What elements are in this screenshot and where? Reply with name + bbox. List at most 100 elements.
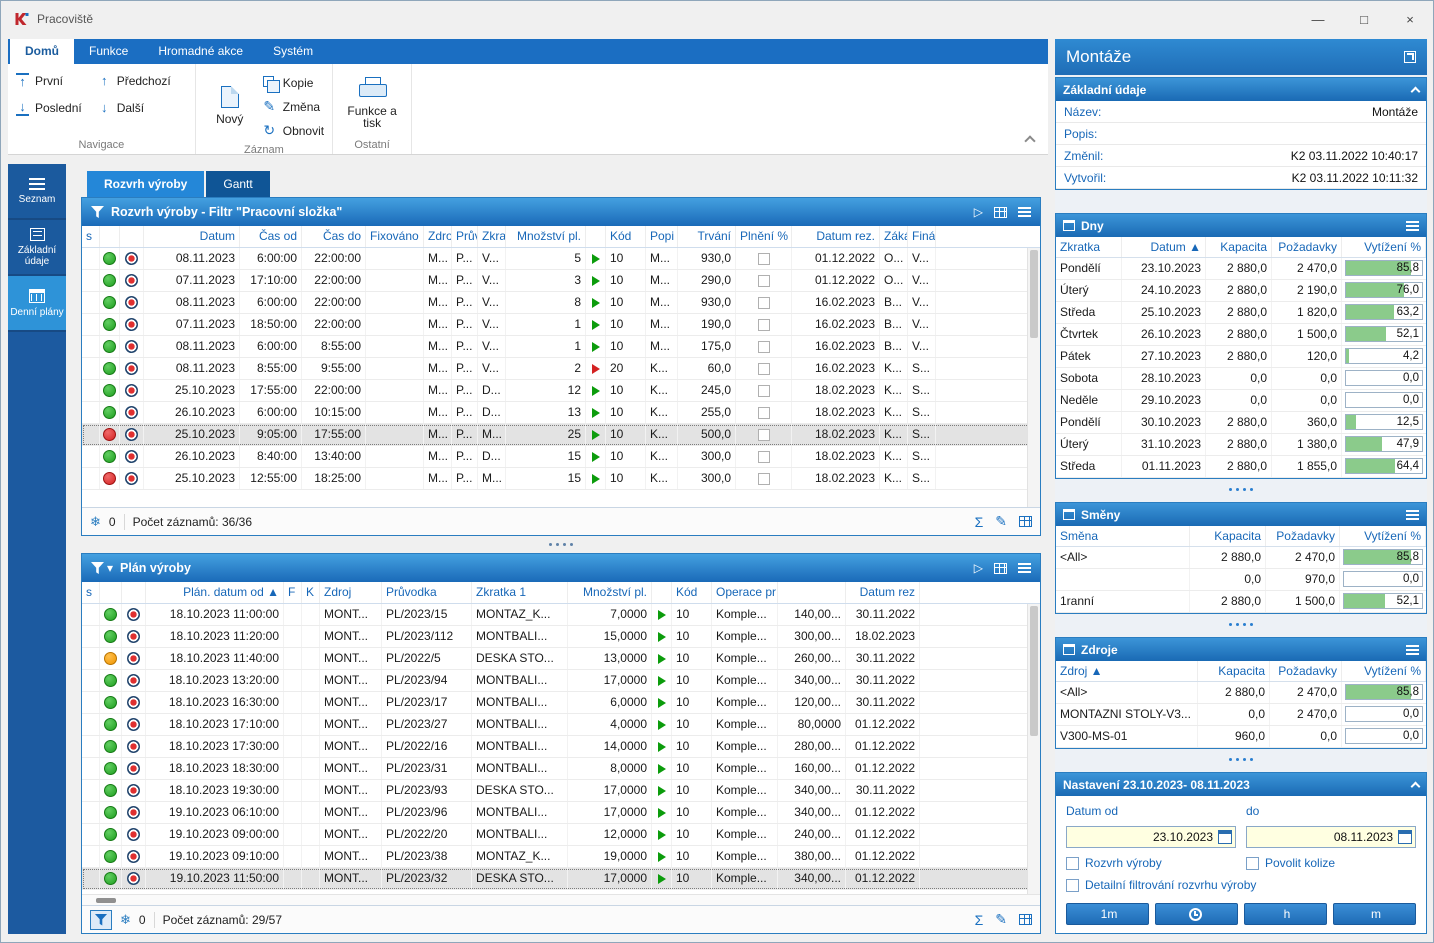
column-header[interactable]: Požadavky [1270,661,1342,681]
scrollbar[interactable] [1027,248,1040,507]
checkbox[interactable] [758,297,770,309]
sidebar-item[interactable]: Základní údaje [8,220,66,274]
menu-icon[interactable] [1018,563,1031,573]
table-row[interactable]: 25.10.2023 9:05:00 17:55:00 M... P... M.… [82,424,1040,446]
table-row[interactable]: 08.11.2023 8:55:00 9:55:00 M... P... V..… [82,358,1040,380]
section-splitter[interactable] [1055,614,1427,635]
expand-icon[interactable] [1404,51,1416,63]
checkbox[interactable] [758,319,770,331]
section-splitter[interactable] [1055,479,1427,500]
checkbox[interactable] [758,473,770,485]
table-row[interactable]: Úterý 31.10.2023 2 880,0 1 380,0 47,9 [1056,434,1426,456]
edit-pencil-icon[interactable]: ✎ [995,911,1007,928]
close-button[interactable]: × [1387,1,1433,37]
play-icon[interactable]: ▷ [974,205,983,219]
checkbox[interactable] [758,385,770,397]
filter-toggle-button[interactable] [90,910,112,930]
edit-pencil-icon[interactable]: ✎ [995,513,1007,530]
column-header[interactable]: Datum ▲ [1122,237,1206,257]
table-row[interactable]: 18.10.2023 16:30:00 MONT... PL/2023/17 M… [82,692,1040,714]
table-row[interactable]: 26.10.2023 6:00:00 10:15:00 M... P... D.… [82,402,1040,424]
scrollbar-thumb[interactable] [1030,250,1038,338]
last-button[interactable]: ↓ Poslední [16,97,82,119]
checkbox[interactable] [1246,857,1259,870]
settings-header[interactable]: Nastavení 23.10.2023- 08.11.2023 [1056,773,1426,796]
table-row[interactable]: Středa 25.10.2023 2 880,0 1 820,0 63,2 [1056,302,1426,324]
collapse-icon[interactable] [1411,86,1421,96]
column-header[interactable]: Vytížení % [1342,661,1426,681]
ribbon-tab[interactable]: Systém [258,39,328,64]
column-header[interactable]: Požadavky [1266,526,1340,546]
table-row[interactable]: Pondělí 30.10.2023 2 880,0 360,0 12,5 [1056,412,1426,434]
table-row[interactable]: 18.10.2023 11:40:00 MONT... PL/2022/5 DE… [82,648,1040,670]
table-row[interactable]: <All> 2 880,0 2 470,0 85,8 [1056,547,1426,569]
column-header[interactable]: Kód [606,226,646,247]
table-row[interactable]: 1ranní 2 880,0 1 500,0 52,1 [1056,591,1426,613]
column-header[interactable]: Směna [1056,526,1190,546]
column-header[interactable]: F [284,582,302,603]
column-header[interactable]: s [82,226,100,247]
scrollbar[interactable] [1027,604,1040,894]
column-header[interactable] [100,582,122,603]
date-to-input[interactable]: 08.11.2023 [1246,826,1416,848]
column-header[interactable]: Trvání [678,226,736,247]
resources-header[interactable]: Zdroje [1056,638,1426,661]
column-header[interactable] [122,582,146,603]
table-row[interactable]: 08.11.2023 6:00:00 8:55:00 M... P... V..… [82,336,1040,358]
edit-button[interactable]: ✎ Změna [262,96,324,117]
days-header[interactable]: Dny [1056,214,1426,237]
checkbox[interactable] [758,275,770,287]
snowflake-icon[interactable]: ❄ [120,912,131,928]
column-header[interactable]: Čas do [302,226,366,247]
table-row[interactable]: 08.11.2023 6:00:00 22:00:00 M... P... V.… [82,248,1040,270]
horizontal-splitter[interactable] [81,538,1041,551]
ribbon-tab[interactable]: Funkce [74,39,143,64]
table-row[interactable]: 07.11.2023 18:50:00 22:00:00 M... P... V… [82,314,1040,336]
copy-button[interactable]: Kopie [262,72,324,93]
table-row[interactable]: V300-MS-01 960,0 0,0 0,0 [1056,726,1426,748]
calendar-icon[interactable] [1218,830,1232,844]
column-header[interactable]: Zdro [424,226,452,247]
column-header[interactable]: Zdroj [320,582,382,603]
ribbon-tab[interactable]: Hromadné akce [143,39,258,64]
next-button[interactable]: ↓ Další [98,97,171,119]
table-icon[interactable] [994,207,1007,218]
column-header[interactable]: Datum rez. [792,226,880,247]
menu-icon[interactable] [1406,221,1419,231]
column-header[interactable]: Fixováno [366,226,424,247]
table-row[interactable]: Čtvrtek 26.10.2023 2 880,0 1 500,0 52,1 [1056,324,1426,346]
column-header[interactable]: Datum [144,226,240,247]
column-header[interactable]: Prův [452,226,478,247]
column-header[interactable] [100,226,120,247]
table-row[interactable]: 18.10.2023 19:30:00 MONT... PL/2023/93 D… [82,780,1040,802]
checkbox[interactable] [758,407,770,419]
previous-button[interactable]: ↑ Předchozí [98,70,171,92]
table-row[interactable]: <All> 2 880,0 2 470,0 85,8 [1056,682,1426,704]
grid-edit-icon[interactable] [1019,516,1032,527]
column-header[interactable]: K [302,582,320,603]
checkbox[interactable] [758,451,770,463]
chevron-down-icon[interactable]: ▾ [107,561,113,575]
first-button[interactable]: ↑ První [16,70,82,92]
table-row[interactable]: Pátek 27.10.2023 2 880,0 120,0 4,2 [1056,346,1426,368]
column-header[interactable] [120,226,144,247]
filter-icon[interactable] [91,206,104,218]
menu-icon[interactable] [1406,645,1419,655]
sidebar-item[interactable]: Denní plány [8,276,66,330]
column-header[interactable]: Vytížení % [1342,237,1426,257]
table-row[interactable]: 19.10.2023 11:50:00 MONT... PL/2023/32 D… [82,868,1040,890]
table-row[interactable]: 26.10.2023 8:40:00 13:40:00 M... P... D.… [82,446,1040,468]
snowflake-icon[interactable]: ❄ [90,514,101,530]
table-row[interactable]: 18.10.2023 13:20:00 MONT... PL/2023/94 M… [82,670,1040,692]
table-row[interactable]: 18.10.2023 11:00:00 MONT... PL/2023/15 M… [82,604,1040,626]
column-header[interactable]: Plán. datum od ▲ [146,582,284,603]
time-scale-button[interactable] [1155,903,1238,925]
table-row[interactable]: Sobota 28.10.2023 0,0 0,0 0,0 [1056,368,1426,390]
column-header[interactable]: Požadavky [1272,237,1342,257]
filter-icon[interactable] [91,562,104,574]
checkbox[interactable] [758,253,770,265]
ribbon-collapse-icon[interactable] [1024,135,1035,146]
column-header[interactable]: Kapacita [1190,526,1266,546]
table-row[interactable]: 08.11.2023 6:00:00 22:00:00 M... P... V.… [82,292,1040,314]
sum-icon[interactable]: Σ [975,514,984,530]
